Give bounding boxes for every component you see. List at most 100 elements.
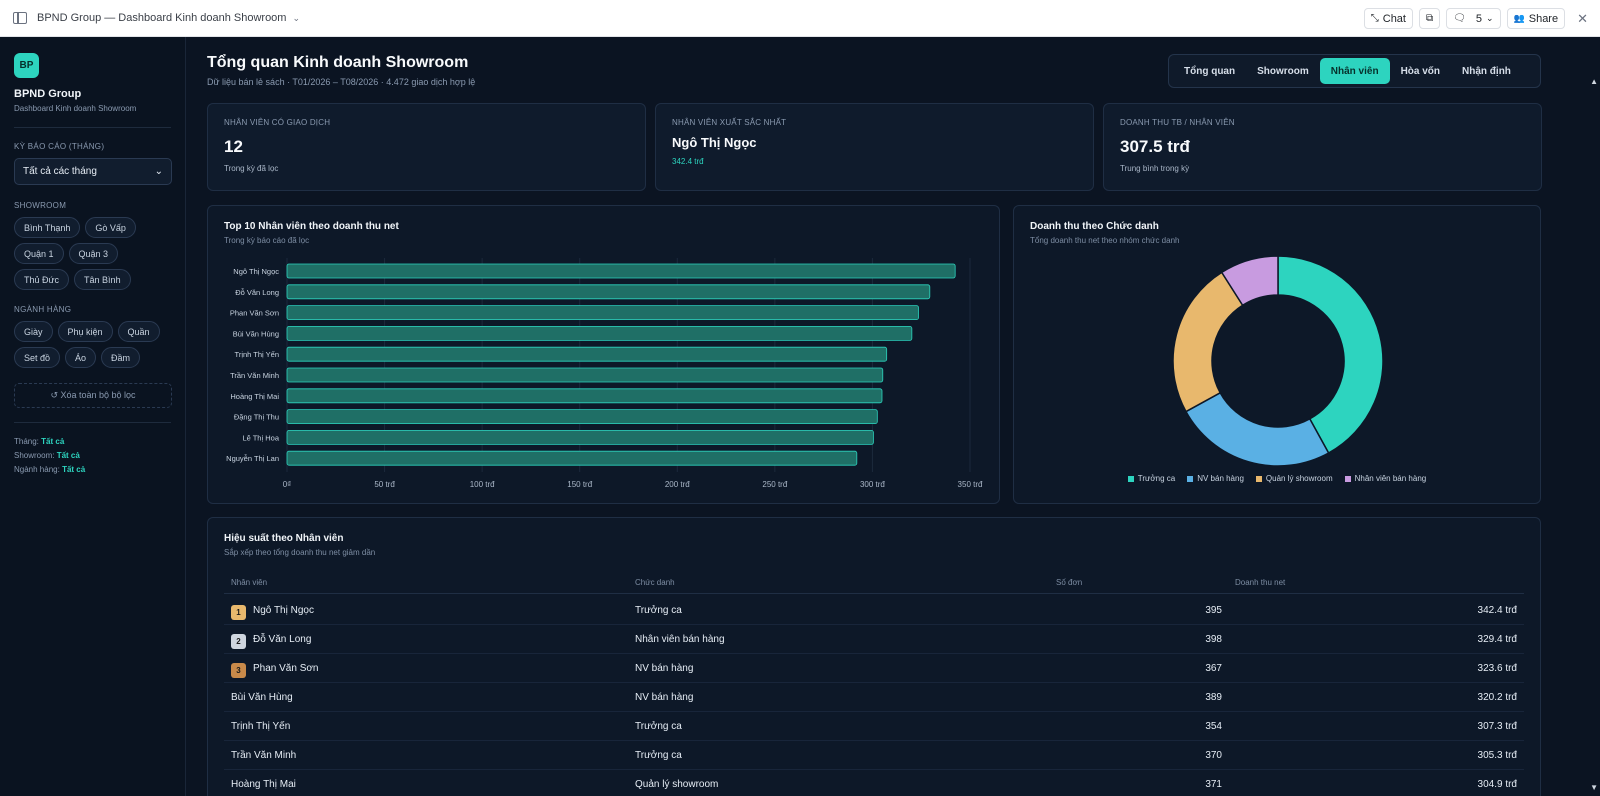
- table-row[interactable]: Bùi Văn Hùng NV bán hàng 389 320.2 trđ: [224, 683, 1524, 712]
- chat-button[interactable]: ⤡ Chat: [1363, 8, 1413, 29]
- showroom-chip[interactable]: Quận 3: [68, 243, 119, 264]
- donut-slice[interactable]: [1172, 271, 1244, 413]
- tab-showroom[interactable]: Showroom: [1246, 58, 1320, 84]
- y-category-label: Trịnh Thị Yến: [235, 350, 279, 359]
- bar[interactable]: [286, 346, 888, 362]
- donut-slice[interactable]: [1277, 255, 1384, 455]
- kpi-label: NHÂN VIÊN XUẤT SẮC NHẤT: [672, 118, 787, 127]
- versions-button[interactable]: 🗨 5 ⌄: [1446, 8, 1501, 29]
- showroom-chip[interactable]: Gò Vấp: [85, 217, 136, 238]
- tab-employees[interactable]: Nhân viên: [1319, 58, 1390, 84]
- top10-staff-card: Top 10 Nhân viên theo doanh thu net Tron…: [207, 205, 1000, 504]
- share-label: Share: [1528, 12, 1559, 25]
- kpi-note: Trong kỳ đã lọc: [224, 164, 279, 173]
- rank-badge: 2: [231, 634, 246, 649]
- column-header[interactable]: Số đơn: [1056, 578, 1082, 587]
- bar[interactable]: [286, 284, 931, 300]
- page-subtitle: Dữ liệu bán lẻ sách · T01/2026 – T08/202…: [207, 77, 476, 87]
- x-tick-label: 0₫: [283, 480, 292, 489]
- divider: [14, 127, 171, 128]
- bar[interactable]: [286, 326, 913, 341]
- kpi-card-top-staff: NHÂN VIÊN XUẤT SẮC NHẤT Ngô Thị Ngọc 342…: [655, 103, 1094, 191]
- bar[interactable]: [286, 450, 858, 466]
- cell-revenue: 323.6 trđ: [1477, 663, 1517, 674]
- bar[interactable]: [286, 263, 956, 279]
- tab-breakeven[interactable]: Hòa vốn: [1390, 58, 1451, 84]
- x-tick-label: 300 trđ: [860, 480, 885, 489]
- y-category-label: Lê Thị Hoa: [242, 433, 279, 442]
- showroom-chip[interactable]: Thủ Đức: [14, 269, 70, 290]
- cell-revenue: 305.3 trđ: [1477, 750, 1517, 761]
- legend-item: Nhân viên bán hàng: [1344, 474, 1426, 483]
- window-title: BPND Group — Dashboard Kinh doanh Showro…: [37, 12, 287, 24]
- cell-name: Bùi Văn Hùng: [231, 692, 293, 703]
- reset-filters-button[interactable]: ↺ Xóa toàn bộ bộ lọc: [14, 383, 172, 408]
- section-tabs: Tổng quan Showroom Nhân viên Hòa vốn Nhậ…: [1168, 54, 1541, 88]
- cell-name: Ngô Thị Ngọc: [253, 605, 314, 616]
- category-chip[interactable]: Phụ kiện: [57, 321, 113, 342]
- bar[interactable]: [286, 429, 874, 445]
- filter-summary-label: Tháng:: [14, 437, 39, 446]
- chat-label: Chat: [1382, 12, 1406, 25]
- cell-role: Nhân viên bán hàng: [635, 634, 725, 645]
- scroll-down-icon[interactable]: ▼: [1590, 783, 1598, 792]
- showroom-chip[interactable]: Tân Bình: [74, 269, 131, 290]
- y-category-label: Đặng Thị Thu: [234, 413, 279, 422]
- tab-overview[interactable]: Tổng quan: [1173, 58, 1246, 84]
- chevron-down-icon[interactable]: ⌄: [292, 13, 300, 24]
- table-row[interactable]: Trần Văn Minh Trưởng ca 370 305.3 trđ: [224, 741, 1524, 770]
- comments-icon: 🗨: [1453, 13, 1466, 24]
- legend-label: Quản lý showroom: [1265, 474, 1333, 483]
- open-external-button[interactable]: ⧉: [1419, 8, 1441, 29]
- bar[interactable]: [286, 388, 883, 404]
- cell-revenue: 320.2 trđ: [1477, 692, 1517, 703]
- category-chip[interactable]: Giày: [14, 321, 53, 342]
- category-chip[interactable]: Áo: [65, 347, 97, 368]
- close-icon[interactable]: ✕: [1577, 11, 1588, 27]
- bar[interactable]: [286, 367, 884, 383]
- cell-revenue: 329.4 trđ: [1477, 634, 1517, 645]
- filter-summary-category: Ngành hàng: Tất cả: [14, 465, 171, 474]
- donut-slice[interactable]: [1184, 391, 1330, 467]
- cell-role: Trưởng ca: [635, 750, 682, 761]
- category-chip[interactable]: Đầm: [101, 347, 141, 368]
- collapse-icon: ⤡: [1370, 13, 1379, 24]
- table-row[interactable]: 2 Đỗ Văn Long Nhân viên bán hàng 398 329.4 t…: [224, 625, 1524, 654]
- share-button[interactable]: 👥 Share: [1506, 8, 1566, 29]
- filter-summary-label: Ngành hàng:: [14, 465, 60, 474]
- table-row[interactable]: Hoàng Thị Mai Quản lý showroom 371 304.9 tr…: [224, 770, 1524, 796]
- table-row[interactable]: 3 Phan Văn Sơn NV bán hàng 367 323.6 trđ: [224, 654, 1524, 683]
- table-row[interactable]: Trịnh Thị Yến Trưởng ca 354 307.3 trđ: [224, 712, 1524, 741]
- column-header[interactable]: Doanh thu net: [1235, 578, 1285, 587]
- x-tick-label: 150 trđ: [567, 480, 592, 489]
- period-value: Tất cả các tháng: [23, 166, 97, 177]
- showroom-chip[interactable]: Bình Thạnh: [14, 217, 81, 238]
- filter-summary-value: Tất cả: [56, 451, 80, 460]
- showroom-chip[interactable]: Quận 1: [14, 243, 64, 264]
- category-chip[interactable]: Set đồ: [14, 347, 61, 368]
- bar[interactable]: [286, 409, 878, 425]
- cell-name: Hoàng Thị Mai: [231, 779, 296, 790]
- scroll-up-icon[interactable]: ▲: [1590, 77, 1598, 86]
- period-select[interactable]: Tất cả các tháng ⌄: [14, 158, 172, 185]
- period-label: KỲ BÁO CÁO (THÁNG): [14, 142, 105, 151]
- staff-performance-card: Hiệu suất theo Nhân viên Sắp xếp theo tổ…: [207, 517, 1541, 796]
- sidebar-toggle-icon[interactable]: [13, 12, 27, 24]
- column-header[interactable]: Chức danh: [635, 578, 675, 587]
- kpi-note: Trung bình trong kỳ: [1120, 164, 1190, 173]
- cell-role: NV bán hàng: [635, 663, 694, 674]
- role-revenue-card: Doanh thu theo Chức danh Tổng doanh thu …: [1013, 205, 1541, 504]
- bar-chart: 0₫ 50 trđ 100 trđ 150 trđ 200 trđ 250 trđ 300 …: [226, 258, 983, 489]
- table-row[interactable]: 1 Ngô Thị Ngọc Trưởng ca 395 342.4 trđ: [224, 596, 1524, 625]
- column-header[interactable]: Nhân viên: [231, 578, 267, 587]
- cell-orders: 367: [1205, 663, 1222, 674]
- page-title: Tổng quan Kinh doanh Showroom: [207, 54, 469, 71]
- tab-insights[interactable]: Nhận định: [1451, 58, 1522, 84]
- kpi-value: 12: [224, 137, 243, 156]
- category-chip[interactable]: Quần: [117, 321, 160, 342]
- cell-revenue: 307.3 trđ: [1477, 721, 1517, 732]
- cell-orders: 354: [1205, 721, 1222, 732]
- brand-logo: BP: [14, 53, 39, 78]
- table-header: Nhân viên Chức danh Số đơn Doanh thu net: [224, 574, 1524, 594]
- bar[interactable]: [286, 305, 919, 320]
